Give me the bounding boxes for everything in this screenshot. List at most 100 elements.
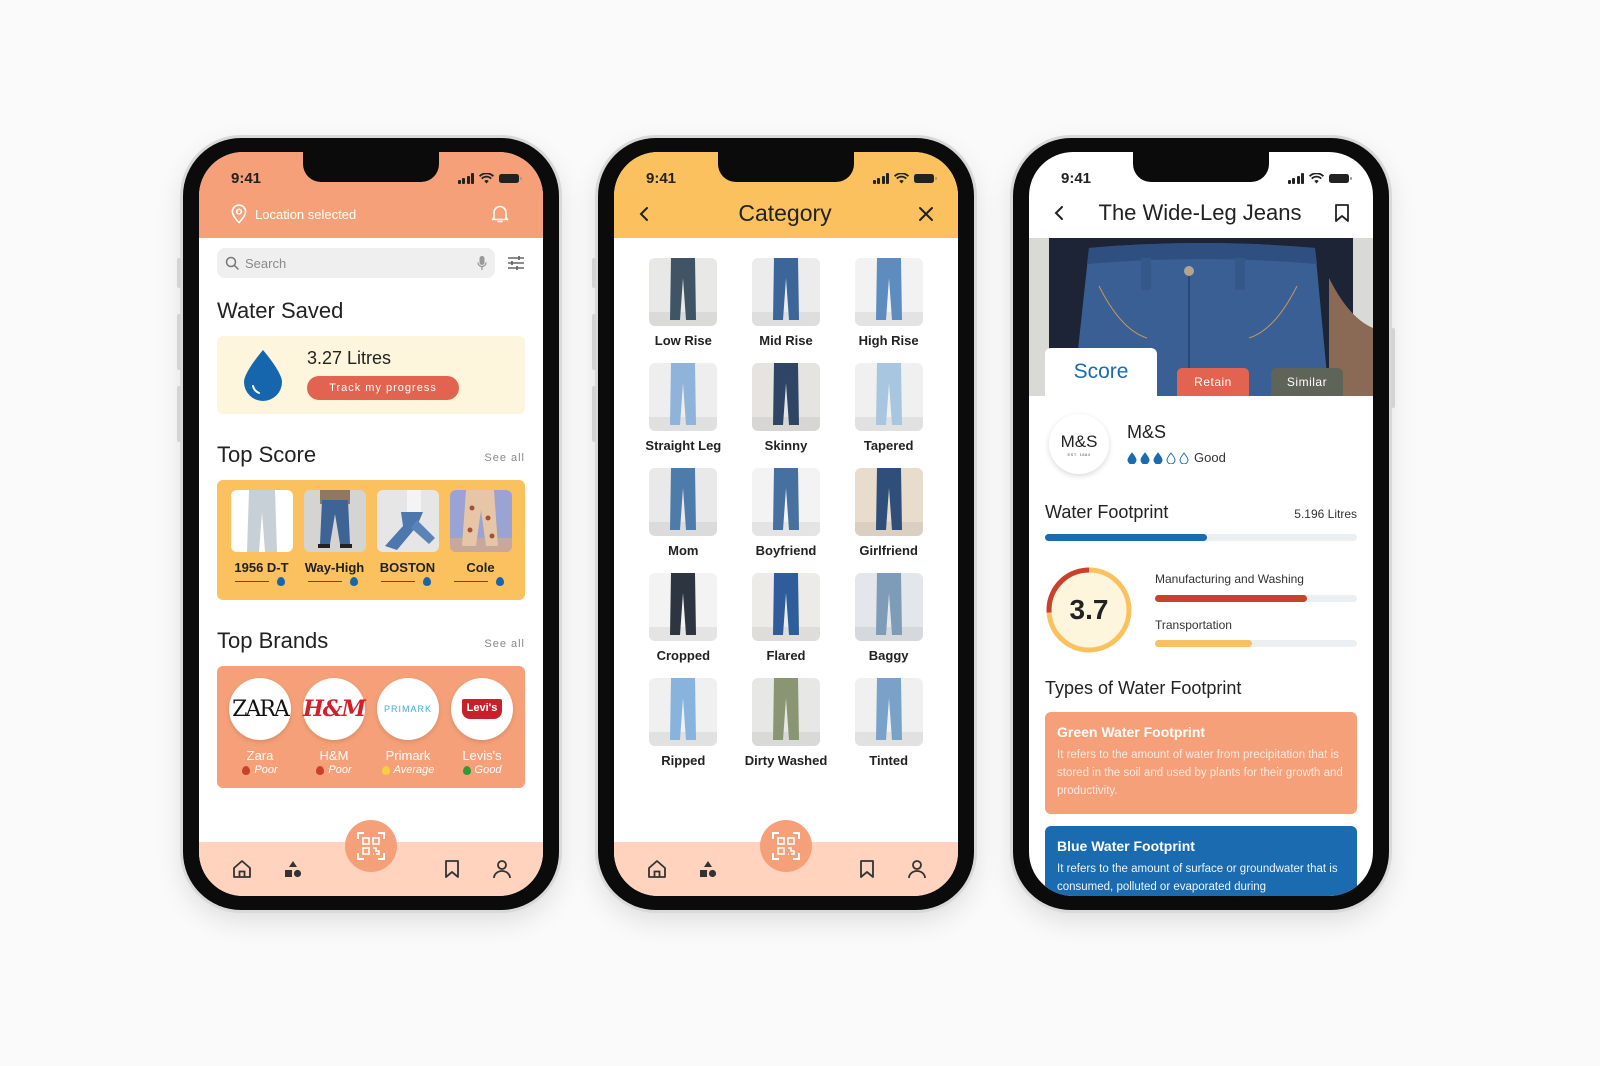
top-score-title: Top Score (217, 442, 317, 467)
top-score-name: Cole (466, 560, 495, 575)
brand-logo-levis: Levi's (451, 678, 513, 740)
brand-item[interactable]: PRIMARK Primark Average (375, 678, 441, 788)
category-label: Skinny (764, 438, 808, 453)
category-grid: Low Rise Mid Rise High Rise Straight Leg Ski… (632, 258, 940, 768)
divider (453, 580, 488, 583)
battery-icon (1329, 173, 1352, 183)
rating-drop-icon (316, 765, 325, 775)
track-progress-button[interactable]: Track my progress (307, 376, 459, 400)
card-text: It refers to the amount of water from pr… (1057, 749, 1343, 797)
brand-rating: Poor (316, 764, 352, 776)
category-image (854, 363, 923, 431)
location-selector[interactable]: Location selected (231, 204, 356, 224)
status-time: 9:41 (231, 169, 262, 187)
microphone-icon[interactable] (477, 255, 487, 271)
category-item[interactable]: Dirty Washed (735, 678, 838, 768)
profile-icon[interactable] (906, 858, 928, 880)
categories-icon[interactable] (697, 858, 719, 880)
detail-tabs: Score Retain Similar (1045, 348, 1359, 396)
category-label: Girlfriend (859, 543, 918, 558)
drop-filled-icon (1127, 451, 1137, 464)
breakdown-bar (1155, 640, 1357, 647)
breakdown-bar-fill (1155, 595, 1307, 602)
bell-icon[interactable] (491, 204, 509, 224)
top-score-item[interactable]: Way-High (303, 490, 366, 600)
category-item[interactable]: Ripped (632, 678, 735, 768)
bookmark-icon[interactable] (1333, 203, 1351, 223)
wifi-icon (1309, 172, 1324, 183)
close-icon[interactable] (918, 206, 934, 222)
category-item[interactable]: Straight Leg (632, 363, 735, 453)
brand-item[interactable]: H&M H&M Poor (301, 678, 367, 788)
tab-similar[interactable]: Similar (1271, 368, 1343, 396)
water-saved-card: 3.27 Litres Track my progress (217, 336, 525, 414)
battery-icon (499, 173, 522, 183)
category-item[interactable]: Mid Rise (735, 258, 838, 348)
category-item[interactable]: Tinted (837, 678, 940, 768)
bookmark-icon[interactable] (856, 858, 878, 880)
wifi-icon (479, 172, 494, 183)
notch (1133, 152, 1269, 182)
top-score-item[interactable]: Cole (449, 490, 512, 600)
phone-side-button (177, 386, 181, 442)
top-score-name: 1956 D-T (234, 560, 289, 575)
product-image (376, 490, 439, 552)
water-saved-title: Water Saved (217, 298, 344, 323)
top-score-item[interactable]: BOSTON (376, 490, 439, 600)
profile-icon[interactable] (491, 858, 513, 880)
top-score-item[interactable]: 1956 D-T (230, 490, 293, 600)
water-footprint-bar-fill (1045, 534, 1208, 541)
category-image (751, 678, 820, 746)
brand-name: Levis's (462, 748, 502, 763)
brand-rating: Poor (242, 764, 278, 776)
category-image (751, 468, 820, 536)
category-label: Dirty Washed (744, 753, 828, 768)
category-item[interactable]: Baggy (837, 573, 940, 663)
qr-scan-button[interactable] (760, 820, 812, 872)
category-label: Straight Leg (645, 438, 722, 453)
category-label: Tapered (863, 438, 914, 453)
blue-water-card[interactable]: Blue Water Footprint It refers to the am… (1045, 826, 1357, 896)
brand-rating: Average (381, 764, 434, 776)
category-image (854, 258, 923, 326)
tab-score[interactable]: Score (1045, 348, 1157, 396)
brand-name: Primark (385, 748, 431, 763)
home-icon[interactable] (231, 858, 253, 880)
score-value: 3.7 (1069, 594, 1109, 625)
breakdown-bar-fill (1155, 640, 1252, 647)
category-image (854, 573, 923, 641)
phone-side-button (177, 258, 181, 288)
green-water-card[interactable]: Green Water Footprint It refers to the a… (1045, 712, 1357, 814)
category-item[interactable]: Boyfriend (735, 468, 838, 558)
top-brands-see-all-link[interactable]: See all (484, 638, 525, 650)
brand-item[interactable]: ZARA Zara Poor (227, 678, 293, 788)
home-icon[interactable] (646, 858, 668, 880)
filter-icon[interactable] (507, 255, 525, 271)
back-chevron-icon[interactable] (1053, 205, 1067, 221)
rating-drop-icon (462, 765, 471, 775)
search-input[interactable]: Search (217, 248, 495, 278)
bookmark-icon[interactable] (441, 858, 463, 880)
category-item[interactable]: Skinny (735, 363, 838, 453)
category-item[interactable]: Tapered (837, 363, 940, 453)
category-item[interactable]: Girlfriend (837, 468, 940, 558)
category-item[interactable]: Low Rise (632, 258, 735, 348)
qr-scan-button[interactable] (345, 820, 397, 872)
category-item[interactable]: High Rise (837, 258, 940, 348)
types-title: Types of Water Footprint (1045, 678, 1242, 698)
category-item[interactable]: Mom (632, 468, 735, 558)
top-score-see-all-link[interactable]: See all (484, 452, 525, 464)
category-item[interactable]: Cropped (632, 573, 735, 663)
search-placeholder: Search (245, 255, 287, 271)
back-chevron-icon[interactable] (638, 206, 652, 222)
categories-icon[interactable] (282, 858, 304, 880)
brand-rating: Good (462, 764, 501, 776)
tab-retain[interactable]: Retain (1177, 368, 1249, 396)
breakdown-label: Transportation (1155, 618, 1232, 632)
status-time: 9:41 (646, 169, 677, 187)
category-item[interactable]: Flared (735, 573, 838, 663)
wifi-icon (894, 172, 909, 183)
brand-item[interactable]: Levi's Levis's Good (449, 678, 515, 788)
card-title: Green Water Footprint (1057, 724, 1206, 740)
notch (718, 152, 854, 182)
